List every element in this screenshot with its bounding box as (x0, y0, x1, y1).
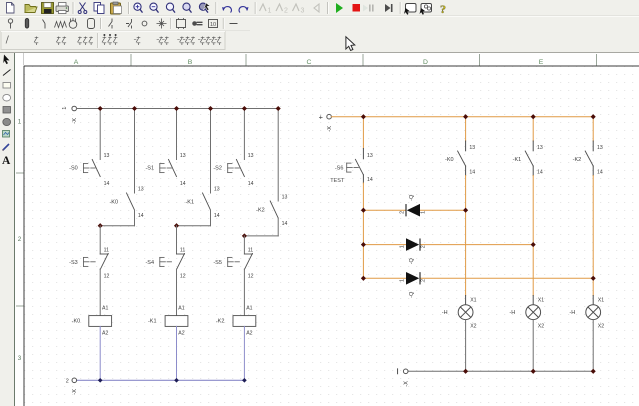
svg-text:14: 14 (138, 213, 144, 219)
svg-text:-K2: -K2 (256, 208, 265, 214)
svg-text:-X: -X (72, 389, 78, 395)
svg-text:C: C (307, 59, 312, 66)
svg-text:2: 2 (18, 236, 22, 243)
svg-text:-S3: -S3 (69, 260, 78, 266)
svg-text:E: E (539, 59, 544, 66)
svg-text:1: 1 (268, 8, 272, 15)
svg-text:-K1: -K1 (148, 319, 157, 325)
svg-text:13: 13 (367, 153, 373, 159)
svg-text:11: 11 (104, 247, 109, 253)
svg-text:D: D (423, 59, 428, 66)
svg-text:14: 14 (282, 221, 288, 227)
svg-text:A2: A2 (246, 331, 252, 337)
svg-text:2: 2 (421, 245, 427, 248)
svg-text:-S4: -S4 (145, 260, 154, 266)
svg-text:14: 14 (104, 181, 110, 187)
svg-text:14: 14 (537, 170, 543, 176)
svg-text:14: 14 (367, 177, 373, 183)
svg-text:13: 13 (104, 153, 110, 159)
svg-text:13: 13 (214, 187, 220, 193)
svg-text:+: + (319, 113, 323, 122)
svg-text:-K2: -K2 (573, 157, 582, 163)
svg-text:1: 1 (18, 119, 22, 126)
svg-text:?: ? (440, 2, 446, 16)
svg-text:12: 12 (104, 274, 110, 280)
svg-text:-H: -H (569, 310, 575, 316)
svg-text:13: 13 (180, 153, 186, 159)
svg-text:X1: X1 (470, 297, 476, 303)
svg-text:2: 2 (66, 379, 69, 385)
svg-text:-K1: -K1 (185, 200, 194, 206)
svg-text:13: 13 (138, 187, 144, 193)
svg-text:-Q: -Q (409, 291, 415, 298)
svg-text:-S6: -S6 (335, 166, 344, 172)
svg-text:13: 13 (597, 145, 603, 151)
svg-text:A1: A1 (246, 306, 252, 312)
svg-text:13: 13 (248, 153, 254, 159)
svg-text:-S5: -S5 (213, 260, 222, 266)
svg-text:13: 13 (469, 145, 475, 151)
svg-text:2: 2 (284, 8, 288, 15)
svg-text:11: 11 (248, 247, 253, 253)
svg-text:2: 2 (400, 211, 406, 214)
svg-text:11: 11 (180, 247, 185, 253)
svg-text:12: 12 (248, 274, 254, 280)
svg-text:12: 12 (180, 274, 186, 280)
svg-text:-X: -X (404, 381, 410, 387)
svg-text:A: A (74, 59, 79, 66)
svg-text:X2: X2 (538, 324, 544, 330)
svg-text:13: 13 (537, 145, 543, 151)
svg-text:1: 1 (421, 211, 427, 214)
svg-text:A1: A1 (178, 306, 184, 312)
svg-text:14: 14 (597, 170, 603, 176)
svg-text:-X: -X (72, 118, 78, 124)
svg-text:14: 14 (214, 213, 220, 219)
svg-text:-H: -H (442, 310, 448, 316)
svg-text:-S2: -S2 (213, 166, 222, 172)
svg-text:X1: X1 (598, 297, 604, 303)
svg-text:3: 3 (18, 355, 22, 362)
svg-text:14: 14 (469, 170, 475, 176)
svg-text:-K2: -K2 (216, 319, 225, 325)
svg-text:-K0: -K0 (109, 200, 118, 206)
svg-text:-K1: -K1 (513, 157, 522, 163)
svg-text:10: 10 (210, 22, 216, 28)
svg-text:14: 14 (248, 181, 254, 187)
svg-text:2: 2 (421, 279, 427, 282)
svg-text:1: 1 (400, 279, 406, 282)
svg-text:A: A (2, 155, 11, 167)
svg-text:A2: A2 (102, 331, 108, 337)
svg-text:-Q: -Q (409, 194, 415, 201)
svg-text:X2: X2 (598, 324, 604, 330)
svg-text:-Q: -Q (409, 257, 415, 264)
svg-text:3: 3 (301, 8, 305, 15)
svg-text:1: 1 (400, 245, 406, 248)
svg-text:TEST: TEST (330, 178, 345, 184)
svg-text:X1: X1 (538, 297, 544, 303)
svg-text:B: B (188, 59, 193, 66)
svg-text:-S0: -S0 (69, 166, 78, 172)
svg-text:1: 1 (62, 107, 68, 110)
svg-text:-K0: -K0 (72, 319, 81, 325)
svg-text:-X: -X (327, 126, 333, 132)
svg-text:X2: X2 (470, 324, 476, 330)
svg-text:-S1: -S1 (145, 166, 154, 172)
svg-text:14: 14 (180, 181, 186, 187)
svg-text:13: 13 (282, 195, 288, 201)
svg-text:-K0: -K0 (445, 157, 454, 163)
svg-text:-H: -H (509, 310, 515, 316)
svg-text:A2: A2 (178, 331, 184, 337)
svg-text:A1: A1 (102, 306, 108, 312)
